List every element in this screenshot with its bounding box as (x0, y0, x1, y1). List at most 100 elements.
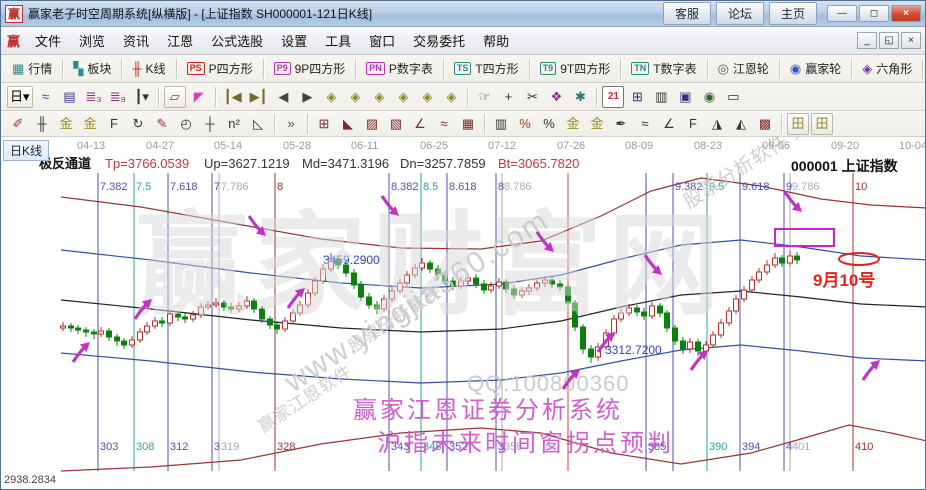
sectors-button[interactable]: ▚板块 (67, 58, 117, 79)
save-icon[interactable]: ▣ (674, 86, 696, 108)
info-note-icon[interactable]: ▤ (59, 86, 81, 108)
time-cycle-icon[interactable]: ◴ (175, 113, 197, 135)
snapshot-icon[interactable]: ◉ (698, 86, 720, 108)
go-first-icon[interactable]: ┃◀ (221, 86, 245, 108)
cycle-flower-icon[interactable]: ✱ (569, 86, 591, 108)
hexagon-button[interactable]: ◈六角形 (856, 58, 918, 79)
grid-cross-icon[interactable]: ┼ (199, 113, 221, 135)
mdi-restore-button[interactable]: ◱ (879, 32, 899, 49)
calculator-icon[interactable]: ⊞ (626, 86, 648, 108)
resistance-line-icon[interactable]: ◭ (730, 113, 752, 135)
expand-h-icon[interactable]: ◈ (368, 86, 390, 108)
measure-cut-icon[interactable]: ✂ (521, 86, 543, 108)
bars-3-icon[interactable]: ≣₃ (83, 86, 105, 108)
kline-period-tab[interactable]: 日K线 (3, 140, 49, 161)
net-box-icon[interactable]: ▧ (385, 113, 407, 135)
fibonacci-icon[interactable]: F (103, 113, 125, 135)
gann-box-icon[interactable]: ⊞ (313, 113, 335, 135)
step-back-icon[interactable]: ◀ (272, 86, 294, 108)
winner-wheel-button[interactable]: ◉赢家轮 (784, 58, 847, 79)
pencil-gauge-icon[interactable]: ✎ (151, 113, 173, 135)
percent-icon[interactable]: % (514, 113, 536, 135)
percent-line-icon[interactable]: % (538, 113, 560, 135)
main-toolbar: ▦行情 ▚板块 ╫K线 PSP四方形 P99P四方形 PNP数字表 TST四方形 T99T四方… (1, 55, 925, 83)
expand-all-icon[interactable]: ◈ (440, 86, 462, 108)
candle (727, 311, 732, 323)
forum-button[interactable]: 论坛 (716, 2, 764, 25)
period-day-dropdown[interactable]: 日▾ (7, 86, 33, 108)
p-number-table-button[interactable]: PNP数字表 (360, 58, 439, 79)
expand-v-icon[interactable]: ◈ (416, 86, 438, 108)
kline-button[interactable]: ╫K线 (126, 58, 171, 79)
calendar-icon[interactable]: 21 (602, 86, 624, 108)
menu-item[interactable]: 浏览 (70, 27, 114, 54)
f-angle-icon[interactable]: F (682, 113, 704, 135)
trend-angle-icon[interactable]: ∠ (658, 113, 680, 135)
t-number-table-button[interactable]: TNT数字表 (625, 58, 702, 79)
chart-canvas[interactable]: 7.3823037.53087.618312737.78631983288.38… (1, 137, 926, 490)
sine-wave-icon[interactable]: ≈ (634, 113, 656, 135)
spiral-icon[interactable]: ↻ (127, 113, 149, 135)
bars-9-icon[interactable]: ≣₉ (107, 86, 129, 108)
menu-item[interactable]: 江恩 (158, 27, 202, 54)
p9-square-button[interactable]: P99P四方形 (268, 58, 352, 79)
candle-style-dropdown[interactable]: ┃▾ (131, 86, 153, 108)
menu-item[interactable]: 工具 (316, 27, 360, 54)
homepage-button[interactable]: 主页 (769, 2, 817, 25)
fan-box-icon[interactable]: ▨ (361, 113, 383, 135)
gold-section-icon[interactable]: 金 (55, 113, 77, 135)
printer-icon[interactable]: ▭ (722, 86, 744, 108)
column-grid-icon[interactable]: ▥ (490, 113, 512, 135)
gann-fan-icon[interactable]: ◣ (337, 113, 359, 135)
toolbar-overflow-chevron[interactable]: » (280, 113, 302, 135)
menu-item[interactable]: 设置 (272, 27, 316, 54)
t9-square-button[interactable]: T99T四方形 (534, 58, 617, 79)
color-wedge-icon[interactable]: ◤ (188, 86, 210, 108)
menu-item[interactable]: 帮助 (474, 27, 518, 54)
gold-ratio-icon[interactable]: 金 (79, 113, 101, 135)
pan-hand-icon[interactable]: ☞ (473, 86, 495, 108)
minimize-button[interactable]: — (827, 5, 857, 22)
menu-item[interactable]: 公式选股 (202, 27, 272, 54)
band-box-icon[interactable]: ▱ (164, 86, 186, 108)
square-nine-2-icon[interactable]: 田 (811, 113, 833, 135)
angle-line-icon[interactable]: ∠ (409, 113, 431, 135)
go-last-icon[interactable]: ▶┃ (247, 86, 271, 108)
close-button[interactable]: × (891, 5, 921, 22)
tick-ruler-icon[interactable]: ╫ (31, 113, 53, 135)
candle (61, 326, 66, 328)
square-nine-icon[interactable]: 田 (787, 113, 809, 135)
wave-line-icon[interactable]: ≈ (433, 113, 455, 135)
shrink-h-icon[interactable]: ◈ (392, 86, 414, 108)
draw-brush-icon[interactable]: ✐ (7, 113, 29, 135)
ink-line-icon[interactable]: ✒ (610, 113, 632, 135)
shade-grid-icon[interactable]: ▩ (754, 113, 776, 135)
maximize-button[interactable]: ◻ (859, 5, 889, 22)
customer-service-button[interactable]: 客服 (663, 2, 711, 25)
gold-angle-icon[interactable]: 金 (562, 113, 584, 135)
quotes-button[interactable]: ▦行情 (6, 58, 58, 79)
gann-wheel-button[interactable]: ◎江恩轮 (712, 58, 775, 79)
menu-item[interactable]: 窗口 (360, 27, 404, 54)
candle (673, 328, 678, 341)
crosshair-icon[interactable]: + (497, 86, 519, 108)
t-square-button[interactable]: TST四方形 (448, 58, 525, 79)
speed-line-icon[interactable]: ◮ (706, 113, 728, 135)
menu-item[interactable]: 资讯 (114, 27, 158, 54)
zoom-left-icon[interactable]: ◈ (320, 86, 342, 108)
gann-shape-icon[interactable]: ❖ (545, 86, 567, 108)
overlay-slogan-text: 赢家江恩证券分析系统 (353, 397, 623, 424)
menu-item[interactable]: 交易委托 (404, 27, 474, 54)
price-grid-icon[interactable]: ▦ (457, 113, 479, 135)
square-number-icon[interactable]: n² (223, 113, 245, 135)
mdi-minimize-button[interactable]: _ (857, 32, 877, 49)
menu-item[interactable]: 文件 (26, 27, 70, 54)
mdi-close-button[interactable]: × (901, 32, 921, 49)
gold-line-icon[interactable]: 金 (586, 113, 608, 135)
diary-icon[interactable]: ▥ (650, 86, 672, 108)
p-square-button[interactable]: PSP四方形 (181, 58, 259, 79)
overlay-curve-icon[interactable]: ≈ (35, 86, 57, 108)
zoom-right-icon[interactable]: ◈ (344, 86, 366, 108)
angle-ruler-icon[interactable]: ◺ (247, 113, 269, 135)
step-forward-icon[interactable]: ▶ (296, 86, 318, 108)
